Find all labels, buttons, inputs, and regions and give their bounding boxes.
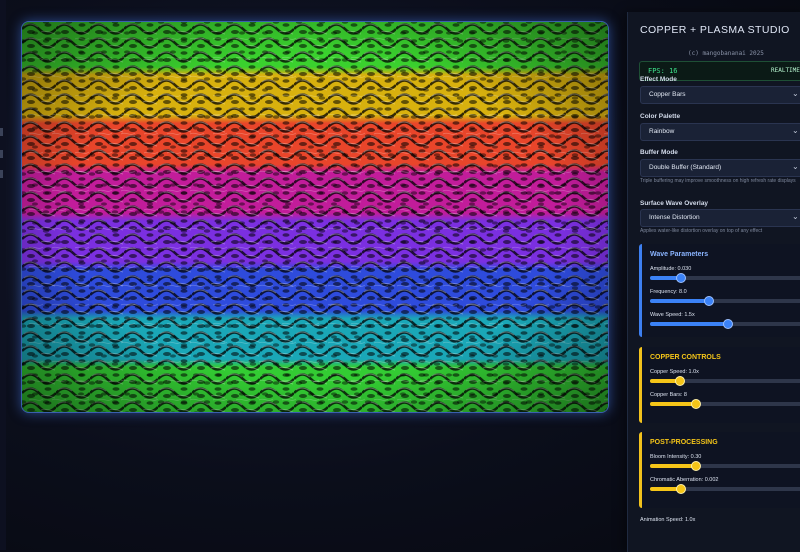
effect-canvas[interactable] — [21, 21, 609, 413]
wave-parameters-title: Wave Parameters — [650, 251, 709, 258]
realtime-badge: REALTIME — [771, 67, 800, 74]
color-palette-label: Color Palette — [640, 113, 681, 120]
fps-counter: FPS: 16 — [648, 67, 678, 75]
slider-thumb[interactable] — [690, 399, 701, 409]
app-subtitle: (c) mangobananai 2025 — [688, 50, 764, 57]
left-window-edge — [0, 0, 6, 550]
chevron-down-icon: ⌄ — [792, 126, 799, 135]
surface-wave-value: Intense Distortion — [649, 214, 700, 221]
bloom-intensity-label: Bloom Intensity: 0.30 — [650, 454, 702, 460]
effect-mode-label: Effect Mode — [640, 76, 677, 83]
copper-plasma-render — [22, 22, 608, 412]
slider-thumb[interactable] — [703, 296, 714, 306]
chromatic-aberration-label: Chromatic Aberration: 0.002 — [650, 477, 719, 483]
copper-bars-slider[interactable] — [650, 399, 800, 409]
buffer-mode-hint: Triple buffering may improve smoothness … — [640, 178, 796, 184]
chevron-down-icon: ⌄ — [792, 212, 799, 221]
post-processing-title: POST-PROCESSING — [650, 439, 718, 446]
wave-speed-slider[interactable] — [650, 319, 800, 329]
color-palette-value: Rainbow — [649, 128, 675, 135]
copper-controls-title: COPPER CONTROLS — [650, 354, 721, 361]
edge-mark — [0, 170, 3, 178]
slider-thumb[interactable] — [690, 461, 701, 471]
surface-wave-select[interactable]: Intense Distortion ⌄ — [640, 209, 800, 227]
edge-mark — [0, 128, 3, 136]
post-processing-group: POST-PROCESSING Bloom Intensity: 0.30 Ch… — [639, 432, 800, 508]
frequency-slider[interactable] — [650, 296, 800, 306]
edge-mark — [0, 150, 3, 158]
app-title: COPPER + PLASMA STUDIO — [640, 24, 790, 36]
amplitude-slider[interactable] — [650, 273, 800, 283]
slider-thumb[interactable] — [676, 484, 687, 494]
wave-parameters-group: Wave Parameters Amplitude: 0.030 Frequen… — [639, 244, 800, 337]
chromatic-aberration-slider[interactable] — [650, 484, 800, 494]
buffer-mode-label: Buffer Mode — [640, 149, 678, 156]
buffer-mode-value: Double Buffer (Standard) — [649, 164, 722, 171]
copper-speed-label: Copper Speed: 1.0x — [650, 369, 699, 375]
effect-mode-value: Copper Bars — [649, 91, 686, 98]
effect-mode-select[interactable]: Copper Bars ⌄ — [640, 86, 800, 104]
slider-thumb[interactable] — [722, 319, 733, 329]
surface-wave-label: Surface Wave Overlay — [640, 200, 709, 207]
buffer-mode-select[interactable]: Double Buffer (Standard) ⌄ — [640, 159, 800, 177]
chevron-down-icon: ⌄ — [792, 162, 799, 171]
copper-controls-group: COPPER CONTROLS Copper Speed: 1.0x Coppe… — [639, 347, 800, 423]
slider-thumb[interactable] — [674, 376, 685, 386]
color-palette-select[interactable]: Rainbow ⌄ — [640, 123, 800, 141]
amplitude-label: Amplitude: 0.030 — [650, 266, 692, 272]
frequency-label: Frequency: 8.0 — [650, 289, 687, 295]
control-panel: COPPER + PLASMA STUDIO (c) mangobananai … — [627, 12, 800, 552]
copper-bars-label: Copper Bars: 8 — [650, 392, 687, 398]
wave-speed-label: Wave Speed: 1.5x — [650, 312, 695, 318]
chevron-down-icon: ⌄ — [792, 89, 799, 98]
animation-speed-label: Animation Speed: 1.0x — [640, 517, 696, 523]
copper-speed-slider[interactable] — [650, 376, 800, 386]
slider-thumb[interactable] — [676, 273, 687, 283]
bloom-intensity-slider[interactable] — [650, 461, 800, 471]
surface-wave-hint: Applies water-like distortion overlay on… — [640, 228, 763, 234]
